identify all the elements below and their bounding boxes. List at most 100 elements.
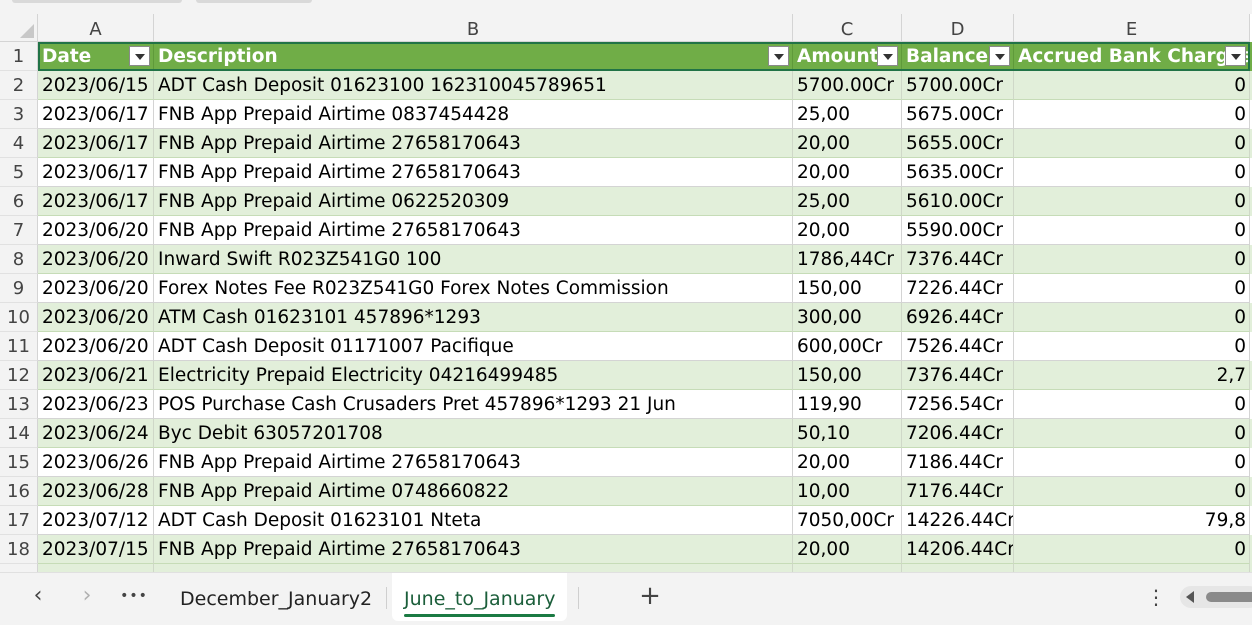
row-header[interactable]: 1 [0,42,38,71]
cell-accrued-bank-charges[interactable]: 0 [1014,187,1250,216]
cell-description[interactable]: FNB App Prepaid Airtime 27658170643 [154,535,793,564]
cell-description[interactable]: Inward Swift R023Z541G0 100 [154,245,793,274]
add-sheet-button[interactable]: + [630,573,670,621]
cell-accrued-bank-charges[interactable]: 0 [1014,71,1250,100]
cell-description[interactable]: FNB App Prepaid Airtime 0837454428 [154,100,793,129]
cell-balance[interactable]: 7526.44Cr [902,332,1014,361]
cell-amount[interactable]: 600,00Cr [793,332,902,361]
cell-balance[interactable]: 5655.00Cr [902,129,1014,158]
cell-accrued-bank-charges[interactable]: 0 [1014,535,1250,564]
row-header[interactable]: 8 [0,245,38,274]
header-cell-a[interactable]: Date [38,42,154,71]
row-header[interactable]: 13 [0,390,38,419]
cell-amount[interactable]: 25,00 [793,100,902,129]
cell-balance[interactable]: 5610.00Cr [902,187,1014,216]
column-header-e[interactable]: E [1014,14,1250,42]
cell-date[interactable]: 2023/06/23 [38,390,154,419]
cell-accrued-bank-charges[interactable]: 0 [1014,158,1250,187]
cell-partial[interactable] [902,564,1014,572]
cell-description[interactable]: FNB App Prepaid Airtime 27658170643 [154,216,793,245]
cell-balance[interactable]: 6926.44Cr [902,303,1014,332]
cell-partial[interactable] [793,564,902,572]
cell-description[interactable]: Electricity Prepaid Electricity 04216499… [154,361,793,390]
cell-accrued-bank-charges[interactable]: 0 [1014,390,1250,419]
row-header[interactable]: 5 [0,158,38,187]
cell-amount[interactable]: 50,10 [793,419,902,448]
cell-amount[interactable]: 150,00 [793,274,902,303]
cell-accrued-bank-charges[interactable]: 0 [1014,332,1250,361]
cell-amount[interactable]: 119,90 [793,390,902,419]
row-header[interactable]: 9 [0,274,38,303]
cell-accrued-bank-charges[interactable]: 0 [1014,419,1250,448]
cell-accrued-bank-charges[interactable]: 2,7 [1014,361,1250,390]
cell-balance[interactable]: 14206.44Cr [902,535,1014,564]
column-header-d[interactable]: D [902,14,1014,42]
more-sheets-button[interactable]: ••• [114,573,154,621]
cell-amount[interactable]: 1786,44Cr [793,245,902,274]
cell-description[interactable]: FNB App Prepaid Airtime 27658170643 [154,448,793,477]
row-header[interactable]: 17 [0,506,38,535]
cell-date[interactable]: 2023/06/17 [38,187,154,216]
cell-balance[interactable]: 7376.44Cr [902,245,1014,274]
scrollbar-thumb[interactable] [1206,592,1252,602]
cell-balance[interactable]: 7256.54Cr [902,390,1014,419]
cell-accrued-bank-charges[interactable]: 79,8 [1014,506,1250,535]
header-cell-d[interactable]: Balance [902,42,1014,71]
header-cell-b[interactable]: Description [154,42,793,71]
cell-date[interactable]: 2023/06/17 [38,158,154,187]
cell-amount[interactable]: 150,00 [793,361,902,390]
row-header[interactable]: 3 [0,100,38,129]
cell-amount[interactable]: 25,00 [793,187,902,216]
cell-balance[interactable]: 7186.44Cr [902,448,1014,477]
row-header[interactable]: 6 [0,187,38,216]
horizontal-scrollbar[interactable] [1180,586,1252,608]
row-header[interactable]: 7 [0,216,38,245]
row-header[interactable]: 11 [0,332,38,361]
cell-date[interactable]: 2023/06/20 [38,332,154,361]
cell-amount[interactable]: 10,00 [793,477,902,506]
scroll-left-icon[interactable] [1186,591,1194,603]
cell-description[interactable]: FNB App Prepaid Airtime 27658170643 [154,158,793,187]
cell-accrued-bank-charges[interactable]: 0 [1014,274,1250,303]
next-sheet-button[interactable]: › [67,573,107,621]
cell-amount[interactable]: 20,00 [793,448,902,477]
sheet-tab-june-to-january[interactable]: June_to_January [392,573,568,621]
cell-description[interactable]: ADT Cash Deposit 01623100 16231004578965… [154,71,793,100]
filter-dropdown-icon[interactable] [989,46,1010,66]
cell-description[interactable]: ATM Cash 01623101 457896*1293 [154,303,793,332]
cell-date[interactable]: 2023/06/28 [38,477,154,506]
cell-date[interactable]: 2023/06/20 [38,216,154,245]
spreadsheet-grid[interactable]: ABCDE 1 2 3 4 5 6 7 8 9 10 11 12 13 14 15 16 17 18 Date De… [0,0,1252,572]
cell-date[interactable]: 2023/06/24 [38,419,154,448]
cell-partial[interactable] [154,564,793,572]
cell-date[interactable]: 2023/06/17 [38,100,154,129]
cell-description[interactable]: FNB App Prepaid Airtime 27658170643 [154,129,793,158]
row-header[interactable]: 12 [0,361,38,390]
cell-description[interactable]: Byc Debit 63057201708 [154,419,793,448]
filter-dropdown-icon[interactable] [129,46,150,66]
column-header-a[interactable]: A [38,14,154,42]
sheet-options-button[interactable]: ⋮ [1146,573,1166,621]
select-all-corner[interactable] [0,14,38,42]
row-header[interactable]: 10 [0,303,38,332]
row-header[interactable]: 4 [0,129,38,158]
cell-partial[interactable] [1014,564,1250,572]
row-header[interactable]: 14 [0,419,38,448]
cell-date[interactable]: 2023/06/15 [38,71,154,100]
cell-date[interactable]: 2023/06/20 [38,274,154,303]
cell-accrued-bank-charges[interactable]: 0 [1014,216,1250,245]
cell-description[interactable]: POS Purchase Cash Crusaders Pret 457896*… [154,390,793,419]
cell-partial[interactable] [38,564,154,572]
cell-balance[interactable]: 7176.44Cr [902,477,1014,506]
cell-balance[interactable]: 5590.00Cr [902,216,1014,245]
row-header[interactable]: 2 [0,71,38,100]
cell-balance[interactable]: 5700.00Cr [902,71,1014,100]
cell-description[interactable]: ADT Cash Deposit 01171007 Pacifique [154,332,793,361]
cell-date[interactable]: 2023/07/15 [38,535,154,564]
cell-accrued-bank-charges[interactable]: 0 [1014,448,1250,477]
filter-dropdown-icon[interactable] [1225,46,1246,66]
cell-balance[interactable]: 5675.00Cr [902,100,1014,129]
header-cell-c[interactable]: Amount [793,42,902,71]
cell-accrued-bank-charges[interactable]: 0 [1014,100,1250,129]
filter-dropdown-icon[interactable] [877,46,898,66]
